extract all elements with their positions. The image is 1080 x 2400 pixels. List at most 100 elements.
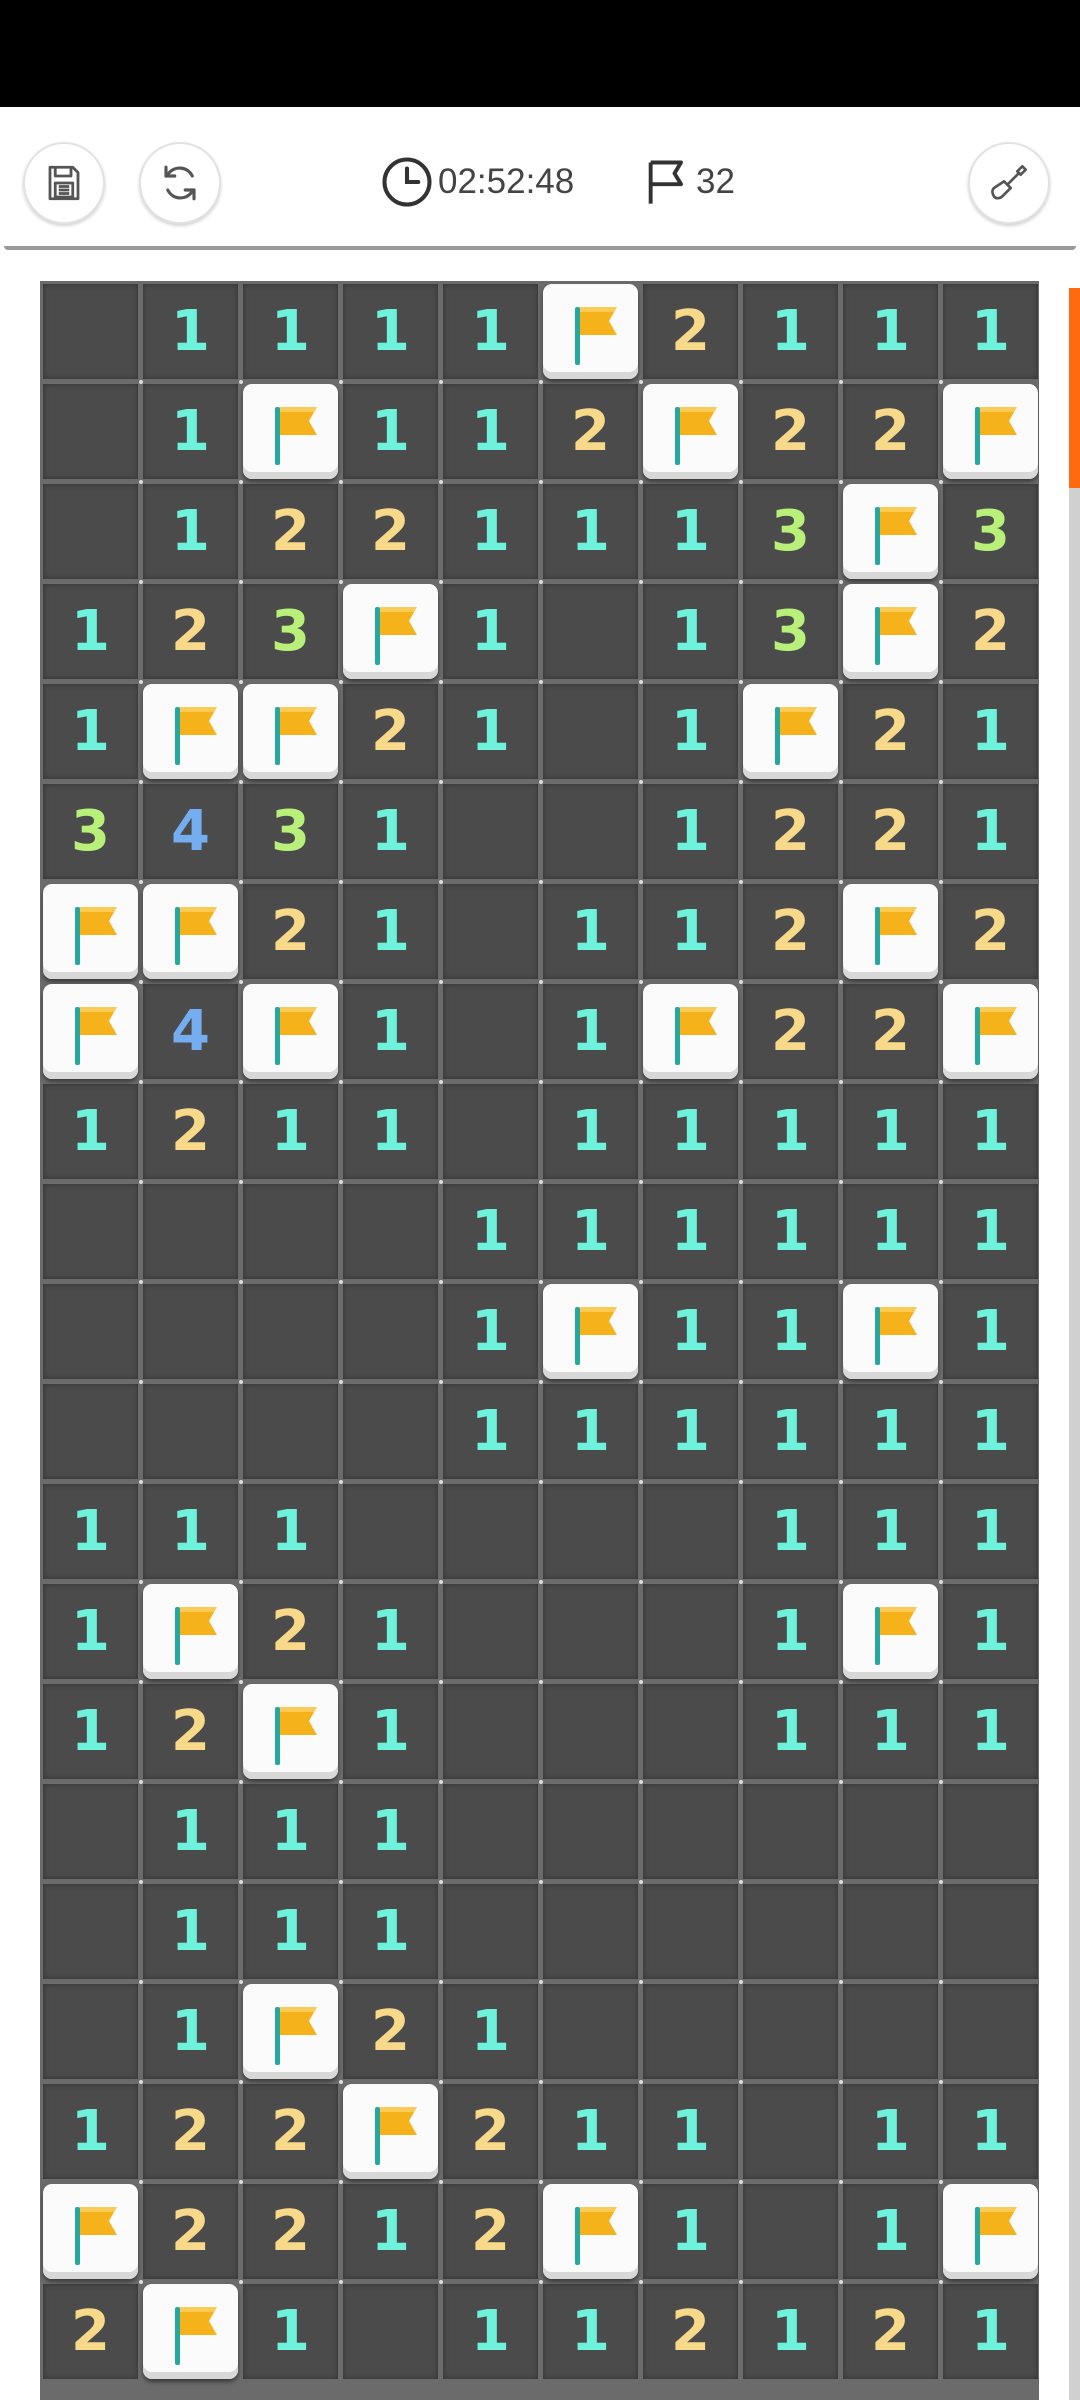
flagged-cell[interactable] <box>243 1684 338 1779</box>
empty-cell[interactable] <box>343 2284 438 2379</box>
number-cell[interactable]: 1 <box>143 1784 238 1879</box>
number-cell[interactable]: 1 <box>143 384 238 479</box>
number-cell[interactable]: 1 <box>643 1284 738 1379</box>
empty-cell[interactable] <box>443 1884 538 1979</box>
number-cell[interactable]: 2 <box>643 2284 738 2379</box>
empty-cell[interactable] <box>743 2184 838 2279</box>
number-cell[interactable]: 3 <box>243 784 338 879</box>
number-cell[interactable]: 1 <box>343 884 438 979</box>
number-cell[interactable]: 1 <box>443 684 538 779</box>
empty-cell[interactable] <box>843 1884 938 1979</box>
number-cell[interactable]: 1 <box>43 1084 138 1179</box>
empty-cell[interactable] <box>543 584 638 679</box>
number-cell[interactable]: 4 <box>143 784 238 879</box>
flagged-cell[interactable] <box>143 684 238 779</box>
number-cell[interactable]: 1 <box>243 284 338 379</box>
empty-cell[interactable] <box>443 784 538 879</box>
number-cell[interactable]: 1 <box>643 1184 738 1279</box>
number-cell[interactable]: 2 <box>343 1984 438 2079</box>
empty-cell[interactable] <box>643 1584 738 1679</box>
empty-cell[interactable] <box>843 1784 938 1879</box>
empty-cell[interactable] <box>543 1784 638 1879</box>
number-cell[interactable]: 1 <box>343 1884 438 1979</box>
flagged-cell[interactable] <box>43 984 138 1079</box>
number-cell[interactable]: 3 <box>743 484 838 579</box>
flagged-cell[interactable] <box>143 1584 238 1679</box>
save-button[interactable] <box>23 142 105 224</box>
number-cell[interactable]: 1 <box>443 584 538 679</box>
empty-cell[interactable] <box>643 1684 738 1779</box>
empty-cell[interactable] <box>43 484 138 579</box>
number-cell[interactable]: 3 <box>743 584 838 679</box>
flagged-cell[interactable] <box>143 884 238 979</box>
number-cell[interactable]: 1 <box>643 1384 738 1479</box>
number-cell[interactable]: 2 <box>543 384 638 479</box>
number-cell[interactable]: 1 <box>843 1184 938 1279</box>
number-cell[interactable]: 1 <box>143 1484 238 1579</box>
flagged-cell[interactable] <box>243 984 338 1079</box>
number-cell[interactable]: 2 <box>843 784 938 879</box>
number-cell[interactable]: 2 <box>43 2284 138 2379</box>
empty-cell[interactable] <box>43 1184 138 1279</box>
empty-cell[interactable] <box>443 1584 538 1679</box>
flagged-cell[interactable] <box>143 2284 238 2379</box>
flagged-cell[interactable] <box>843 1584 938 1679</box>
number-cell[interactable]: 1 <box>143 484 238 579</box>
number-cell[interactable]: 2 <box>143 2084 238 2179</box>
number-cell[interactable]: 2 <box>843 684 938 779</box>
number-cell[interactable]: 4 <box>143 984 238 1079</box>
number-cell[interactable]: 3 <box>243 584 338 679</box>
number-cell[interactable]: 1 <box>843 2084 938 2179</box>
number-cell[interactable]: 1 <box>343 1684 438 1779</box>
flagged-cell[interactable] <box>843 1284 938 1379</box>
number-cell[interactable]: 1 <box>43 1484 138 1579</box>
number-cell[interactable]: 2 <box>143 1684 238 1779</box>
flagged-cell[interactable] <box>243 384 338 479</box>
number-cell[interactable]: 1 <box>443 1184 538 1279</box>
empty-cell[interactable] <box>43 1284 138 1379</box>
number-cell[interactable]: 1 <box>643 784 738 879</box>
flagged-cell[interactable] <box>343 584 438 679</box>
empty-cell[interactable] <box>543 1584 638 1679</box>
empty-cell[interactable] <box>143 1184 238 1279</box>
empty-cell[interactable] <box>43 1884 138 1979</box>
number-cell[interactable]: 1 <box>143 1984 238 2079</box>
number-cell[interactable]: 1 <box>343 2184 438 2279</box>
number-cell[interactable]: 1 <box>743 1384 838 1479</box>
number-cell[interactable]: 1 <box>943 1384 1038 1479</box>
empty-cell[interactable] <box>343 1384 438 1479</box>
number-cell[interactable]: 1 <box>743 284 838 379</box>
empty-cell[interactable] <box>743 1784 838 1879</box>
number-cell[interactable]: 1 <box>943 1284 1038 1379</box>
flagged-cell[interactable] <box>243 1984 338 2079</box>
number-cell[interactable]: 1 <box>643 884 738 979</box>
empty-cell[interactable] <box>443 984 538 1079</box>
flagged-cell[interactable] <box>843 484 938 579</box>
number-cell[interactable]: 2 <box>843 984 938 1079</box>
number-cell[interactable]: 1 <box>343 1584 438 1679</box>
flagged-cell[interactable] <box>243 684 338 779</box>
number-cell[interactable]: 1 <box>443 2284 538 2379</box>
number-cell[interactable]: 1 <box>243 2284 338 2379</box>
scrollbar-thumb[interactable] <box>1069 288 1080 488</box>
number-cell[interactable]: 1 <box>243 1084 338 1179</box>
number-cell[interactable]: 2 <box>143 1084 238 1179</box>
flagged-cell[interactable] <box>43 2184 138 2279</box>
empty-cell[interactable] <box>43 384 138 479</box>
empty-cell[interactable] <box>743 1884 838 1979</box>
number-cell[interactable]: 1 <box>543 484 638 579</box>
flagged-cell[interactable] <box>543 1284 638 1379</box>
number-cell[interactable]: 2 <box>843 2284 938 2379</box>
number-cell[interactable]: 1 <box>543 1384 638 1479</box>
number-cell[interactable]: 1 <box>343 384 438 479</box>
number-cell[interactable]: 1 <box>843 284 938 379</box>
number-cell[interactable]: 1 <box>643 584 738 679</box>
number-cell[interactable]: 1 <box>143 284 238 379</box>
number-cell[interactable]: 1 <box>43 1684 138 1779</box>
empty-cell[interactable] <box>243 1384 338 1479</box>
number-cell[interactable]: 1 <box>43 2084 138 2179</box>
number-cell[interactable]: 1 <box>143 1884 238 1979</box>
number-cell[interactable]: 1 <box>443 484 538 579</box>
number-cell[interactable]: 2 <box>743 384 838 479</box>
number-cell[interactable]: 1 <box>943 1184 1038 1279</box>
